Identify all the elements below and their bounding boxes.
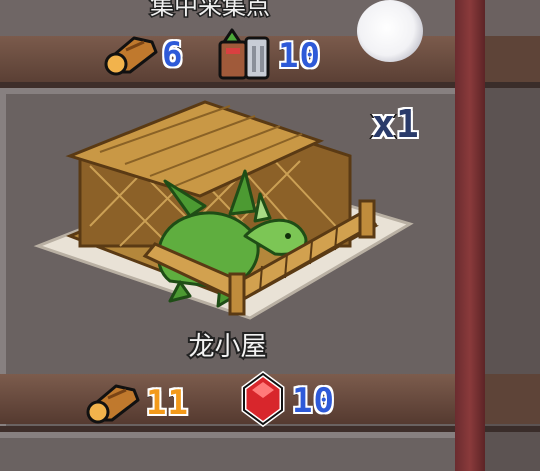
dragon-hut-icon [30, 96, 420, 330]
building-card-next[interactable] [0, 432, 455, 471]
food-basket-icon [214, 24, 276, 88]
panel-divider [455, 0, 485, 471]
cost-gem: 10 [238, 370, 336, 432]
right-column [485, 0, 540, 471]
wood-log-icon [100, 28, 160, 82]
cost-value: 10 [276, 34, 322, 78]
cost-value: 11 [144, 381, 190, 425]
wood-log-icon [80, 376, 144, 430]
cost-value: 6 [160, 33, 185, 77]
cost-wood: 6 [100, 28, 185, 82]
glowing-orb-icon [357, 0, 423, 62]
cost-value: 10 [290, 379, 336, 423]
cost-wood: 11 [80, 376, 190, 430]
building-name: 集中采集点 [149, 0, 272, 22]
red-gem-icon [238, 370, 288, 432]
cost-bar [0, 374, 455, 424]
building-name: 龙小屋 [186, 330, 268, 364]
cost-food: 10 [214, 24, 322, 88]
building-card-dragon-hut[interactable]: x1 龙小屋 11 10 [0, 88, 455, 428]
